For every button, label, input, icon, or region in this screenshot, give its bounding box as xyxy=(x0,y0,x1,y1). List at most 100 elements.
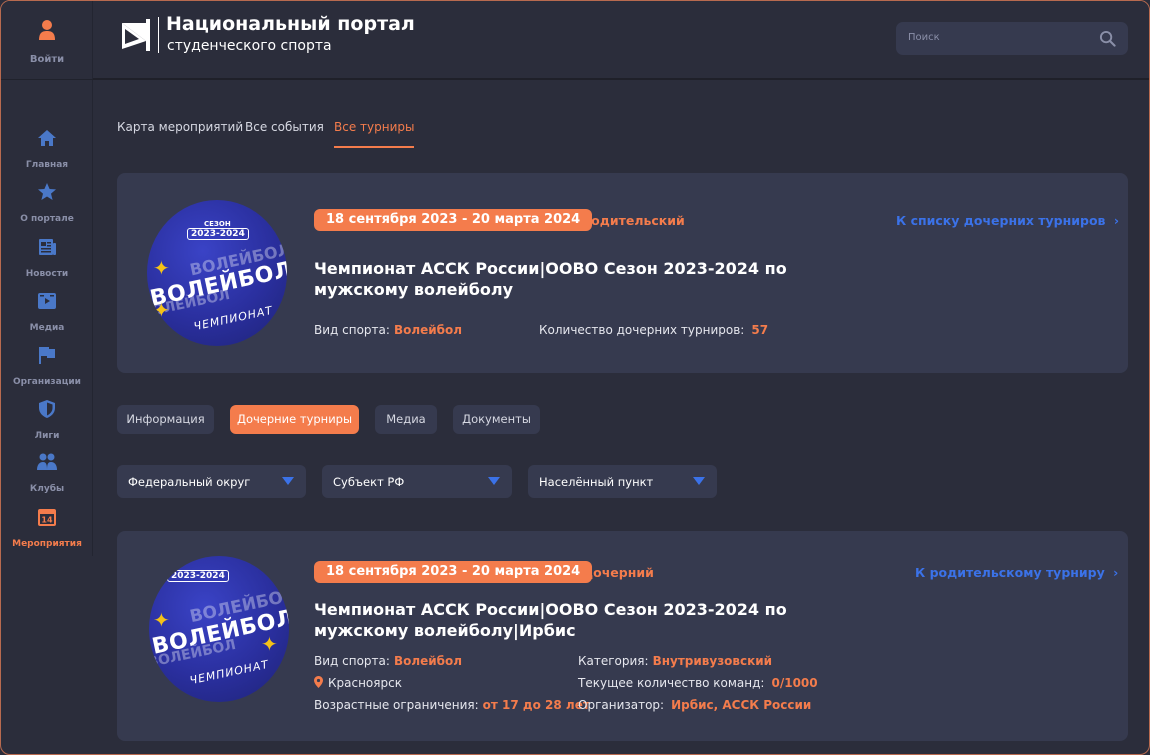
teams-value: 0/1000 xyxy=(771,676,818,690)
sidebar-item-label: Медиа xyxy=(29,323,65,333)
child-tournament-card: 2023-2024 ВОЛЕЙБОЛ ✦ ВОЛЕЙБОЛ ВОЛЕЙБОЛ ✦… xyxy=(117,531,1128,741)
child-tournaments-button[interactable]: Дочерние турниры xyxy=(230,405,359,434)
calendar-icon: 14 xyxy=(38,509,56,526)
sport-label: Вид спорта: xyxy=(314,654,390,668)
logo-divider xyxy=(158,17,159,53)
app-window: Войти Главная О портале Новости Медиа Ор… xyxy=(0,0,1150,755)
sidebar-item-label: Лиги xyxy=(34,431,60,441)
teams-label: Текущее количество команд: xyxy=(578,676,765,690)
category-meta: Категория: Внутривузовский xyxy=(578,654,772,668)
caret-down-icon xyxy=(282,477,294,485)
emblem-years: 2023-2024 xyxy=(167,570,229,582)
tournament-emblem: СЕЗОН 2023-2024 ВОЛЕЙБОЛ ✦ ВОЛЕЙБОЛ ВОЛЕ… xyxy=(147,200,287,346)
tournament-title[interactable]: Чемпионат АССК России|ООВО Сезон 2023-20… xyxy=(314,599,874,641)
volleyball-icon: ✦ xyxy=(153,608,170,632)
sidebar-item-label: Новости xyxy=(25,269,69,279)
search-input[interactable]: Поиск xyxy=(896,22,1128,55)
header: Национальный портал студенческого спорта… xyxy=(93,1,1149,80)
child-tournaments-link[interactable]: К списку дочерних турниров › xyxy=(896,213,1119,228)
sidebar-item-label: Главная xyxy=(25,160,69,170)
volleyball-icon: ✦ xyxy=(153,298,170,322)
select-label: Федеральный округ xyxy=(128,475,251,489)
emblem-champ: ЧЕМПИОНАТ xyxy=(192,303,275,334)
link-label: К родительскому турниру xyxy=(915,565,1105,580)
sidebar-item-label: Мероприятия xyxy=(12,539,82,549)
city-meta: Красноярск xyxy=(314,676,402,690)
category-label: Категория: xyxy=(578,654,649,668)
sport-meta: Вид спорта: Волейбол xyxy=(314,323,462,337)
newspaper-icon xyxy=(39,239,56,255)
child-tag: Дочерний xyxy=(582,565,654,580)
age-value: от 17 до 28 лет xyxy=(482,698,590,712)
organizer-label: Организатор: xyxy=(578,698,665,712)
portal-logo-icon[interactable] xyxy=(119,17,155,53)
sidebar-item-home[interactable]: Главная xyxy=(1,128,93,171)
city-value: Красноярск xyxy=(328,676,402,690)
tournament-title[interactable]: Чемпионат АССК России|ООВО Сезон 2023-20… xyxy=(314,258,874,300)
parent-tournament-link[interactable]: К родительскому турниру › xyxy=(915,565,1118,580)
tournament-emblem: 2023-2024 ВОЛЕЙБОЛ ✦ ВОЛЕЙБОЛ ВОЛЕЙБОЛ ✦… xyxy=(149,556,289,702)
sidebar-divider xyxy=(1,79,93,80)
sport-value: Волейбол xyxy=(393,654,463,668)
sidebar-item-clubs[interactable]: Клубы xyxy=(1,452,93,495)
federal-district-select[interactable]: Федеральный округ xyxy=(117,465,306,498)
tab-events-map[interactable]: Карта мероприятий xyxy=(117,120,243,146)
flag-icon xyxy=(39,347,55,364)
chevron-right-icon: › xyxy=(1113,213,1119,228)
teams-meta: Текущее количество команд: 0/1000 xyxy=(578,676,818,690)
chevron-right-icon: › xyxy=(1113,565,1119,580)
volleyball-icon: ✦ xyxy=(153,256,170,280)
emblem-years: 2023-2024 xyxy=(187,228,249,240)
select-label: Субъект РФ xyxy=(333,475,405,489)
tab-all-events[interactable]: Все события xyxy=(245,120,324,146)
category-value: Внутривузовский xyxy=(652,654,773,668)
sidebar-item-media[interactable]: Медиа xyxy=(1,291,93,334)
sidebar-item-organizations[interactable]: Организации xyxy=(1,345,93,388)
organizer-meta: Организатор: Ирбис, АССК России xyxy=(578,698,811,712)
user-icon xyxy=(39,20,55,40)
info-button[interactable]: Информация xyxy=(117,405,214,434)
sidebar-item-about[interactable]: О портале xyxy=(1,182,93,225)
emblem-season: СЕЗОН xyxy=(204,220,231,228)
home-icon xyxy=(38,130,56,146)
sidebar-item-events[interactable]: 14 Мероприятия xyxy=(1,507,93,550)
sidebar-item-label: Клубы xyxy=(29,484,65,494)
sport-label: Вид спорта: xyxy=(314,323,390,337)
caret-down-icon xyxy=(488,477,500,485)
sidebar-item-label: Организации xyxy=(13,377,81,387)
age-meta: Возрастные ограничения: от 17 до 28 лет xyxy=(314,698,590,712)
login-button[interactable]: Войти xyxy=(1,19,93,66)
login-label: Войти xyxy=(29,54,65,65)
users-icon xyxy=(37,453,57,470)
location-pin-icon xyxy=(314,676,323,688)
sport-value: Волейбол xyxy=(393,323,463,337)
locality-select[interactable]: Населённый пункт xyxy=(528,465,717,498)
sidebar-item-news[interactable]: Новости xyxy=(1,237,93,280)
caret-down-icon xyxy=(693,477,705,485)
parent-tournament-card: СЕЗОН 2023-2024 ВОЛЕЙБОЛ ✦ ВОЛЕЙБОЛ ВОЛЕ… xyxy=(117,173,1128,373)
search-icon[interactable] xyxy=(1099,30,1116,47)
child-count-value: 57 xyxy=(751,323,769,337)
star-icon xyxy=(38,183,56,200)
tab-all-tournaments[interactable]: Все турниры xyxy=(334,120,415,148)
region-select[interactable]: Субъект РФ xyxy=(322,465,512,498)
volleyball-icon: ✦ xyxy=(261,632,278,656)
shield-icon xyxy=(39,400,55,418)
select-label: Населённый пункт xyxy=(539,475,654,489)
documents-button[interactable]: Документы xyxy=(453,405,540,434)
sport-meta: Вид спорта: Волейбол xyxy=(314,654,462,668)
brand-subtitle: студенческого спорта xyxy=(167,38,332,54)
age-label: Возрастные ограничения: xyxy=(314,698,479,712)
child-count-label: Количество дочерних турниров: xyxy=(539,323,745,337)
sidebar-item-label: О портале xyxy=(20,214,74,224)
date-range-badge: 18 сентября 2023 - 20 марта 2024 xyxy=(314,209,593,231)
sidebar-item-leagues[interactable]: Лиги xyxy=(1,399,93,442)
sidebar: Войти Главная О портале Новости Медиа Ор… xyxy=(1,1,93,556)
search-placeholder: Поиск xyxy=(908,32,940,43)
media-button[interactable]: Медиа xyxy=(375,405,437,434)
child-count-meta: Количество дочерних турниров: 57 xyxy=(539,323,768,337)
brand-title: Национальный портал xyxy=(166,13,415,35)
date-range-badge: 18 сентября 2023 - 20 марта 2024 xyxy=(314,561,593,583)
media-icon xyxy=(38,293,56,309)
organizer-value[interactable]: Ирбис, АССК России xyxy=(671,698,811,712)
